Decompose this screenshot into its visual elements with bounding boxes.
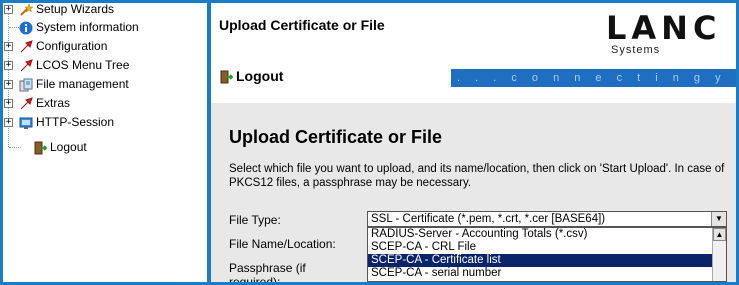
instructions-text: Select which file you want to upload, an…: [229, 163, 725, 189]
upload-form-area: Upload Certificate or File Select which …: [211, 103, 736, 282]
file-type-selected-value: SSL - Certificate (*.pem, *.crt, *.cer […: [371, 213, 606, 225]
tree-item-logout[interactable]: Logout: [33, 139, 87, 155]
tree-item-label: HTTP-Session: [36, 115, 115, 129]
arrow-icon: [19, 97, 33, 111]
expand-toggle[interactable]: +: [4, 61, 13, 70]
dropdown-option[interactable]: RADIUS-Server - Accounting Totals (*.csv…: [368, 228, 726, 241]
info-icon: [19, 21, 33, 35]
expand-toggle[interactable]: +: [4, 99, 13, 108]
file-type-dropdown-list: RADIUS-Server - Accounting Totals (*.csv…: [367, 227, 727, 282]
tree-item-lcos-menu-tree[interactable]: LCOS Menu Tree: [19, 57, 129, 73]
tree-item-label: Extras: [36, 96, 71, 110]
tree-item-system-information[interactable]: System information: [19, 19, 139, 35]
expand-toggle[interactable]: +: [4, 118, 13, 127]
tree-item-label: LCOS Menu Tree: [36, 58, 130, 72]
dropdown-scrollbar[interactable]: ▲: [712, 228, 726, 281]
logout-link[interactable]: Logout: [219, 68, 283, 84]
tree-item-setup-wizards[interactable]: Setup Wizards: [19, 3, 114, 17]
main-panel: Upload Certificate or File LANC Systems …: [211, 3, 736, 282]
dropdown-option-selected[interactable]: SCEP-CA - Certificate list: [368, 254, 726, 267]
tree-item-label: Logout: [50, 140, 87, 154]
tree-item-label: File management: [36, 77, 129, 91]
file-type-select[interactable]: SSL - Certificate (*.pem, *.crt, *.cer […: [367, 211, 727, 227]
dropdown-option[interactable]: SCEP-CA - CRL File: [368, 241, 726, 254]
logout-icon: [33, 141, 48, 155]
file-name-label: File Name/Location:: [229, 237, 336, 251]
brand-logo: LANC: [606, 9, 722, 47]
expand-toggle[interactable]: +: [4, 80, 13, 89]
tree-item-extras[interactable]: Extras: [19, 95, 70, 111]
tagline-banner: . . . c o n n e c t i n g y o u r b: [451, 69, 736, 87]
expand-toggle[interactable]: +: [4, 42, 13, 51]
tree-branch-line: [9, 147, 21, 148]
tree-item-label: Configuration: [36, 39, 108, 53]
page-title: Upload Certificate or File: [219, 17, 385, 33]
logout-icon: [219, 70, 234, 84]
tree-item-http-session[interactable]: HTTP-Session: [19, 114, 114, 130]
dropdown-option[interactable]: SCEP-CA - serial number: [368, 267, 726, 280]
chevron-down-icon[interactable]: ▼: [711, 212, 726, 226]
arrow-icon: [19, 59, 33, 73]
navigation-tree: + Setup Wizards System information + Con…: [3, 3, 207, 282]
brand-logo-subtitle: Systems: [611, 44, 661, 56]
content-heading: Upload Certificate or File: [229, 127, 443, 147]
file-type-label: File Type:: [229, 213, 281, 227]
wand-icon: [19, 3, 34, 17]
passphrase-label: Passphrase (if required):: [229, 261, 306, 282]
session-icon: [19, 116, 33, 130]
logout-label: Logout: [236, 68, 284, 84]
expand-toggle[interactable]: +: [4, 5, 13, 14]
tree-item-label: Setup Wizards: [36, 3, 115, 16]
file-management-icon: [19, 78, 33, 92]
tree-item-file-management[interactable]: File management: [19, 76, 129, 92]
scroll-up-arrow-icon[interactable]: ▲: [713, 228, 726, 241]
tree-item-configuration[interactable]: Configuration: [19, 38, 107, 54]
tree-item-label: System information: [36, 20, 139, 34]
arrow-icon: [19, 40, 33, 54]
